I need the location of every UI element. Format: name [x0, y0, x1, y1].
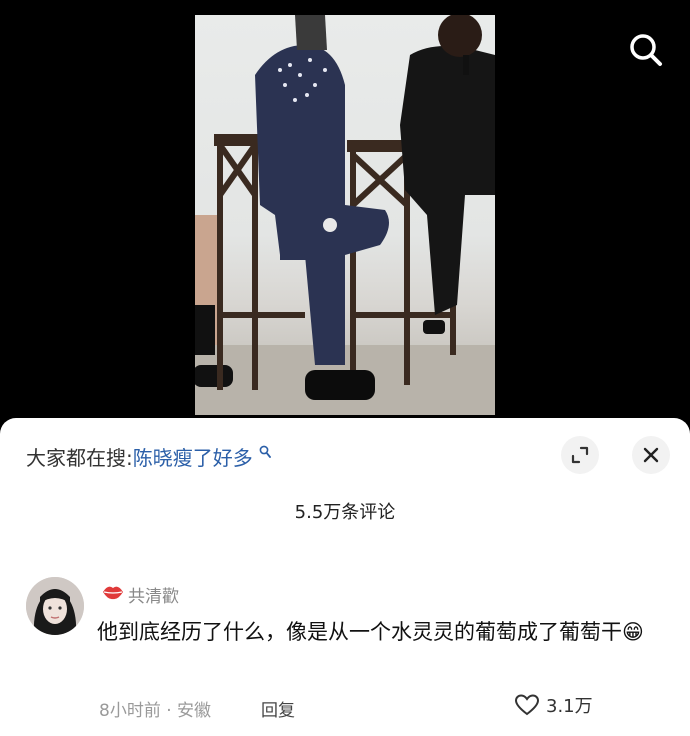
expand-icon [571, 446, 589, 464]
comment-body: 他到底经历了什么，像是从一个水灵灵的葡萄成了葡萄干 [97, 620, 622, 644]
expand-button[interactable] [561, 436, 599, 474]
close-icon [643, 447, 659, 463]
author-name: 共清歡 [128, 587, 179, 607]
comment-text: 他到底经历了什么，像是从一个水灵灵的葡萄成了葡萄干😁 [97, 613, 657, 651]
like-count: 3.1万 [546, 696, 593, 717]
heart-icon [514, 694, 540, 716]
comment-author[interactable]: 共清歡 [102, 582, 179, 607]
close-button[interactable] [632, 436, 670, 474]
kiss-lips-icon [102, 583, 124, 606]
comment-count: 5.5万条评论 [294, 502, 396, 523]
video-area[interactable] [0, 0, 690, 420]
search-icon[interactable] [626, 30, 666, 70]
trending-search[interactable]: 大家都在搜:陈晓瘦了好多 [26, 442, 272, 471]
trending-keyword[interactable]: 陈晓瘦了好多 [133, 446, 253, 470]
comments-sheet: 大家都在搜:陈晓瘦了好多 5.5万条评论 共清歡 他到底经历了什么，像是从一个水… [0, 418, 690, 736]
comment-meta: 8小时前 · 安徽 [99, 701, 212, 721]
trending-prefix: 大家都在搜: [26, 446, 133, 470]
magnifier-icon [255, 445, 272, 469]
avatar[interactable] [26, 577, 84, 635]
like-button[interactable]: 3.1万 [514, 692, 593, 718]
event-photo [195, 15, 495, 415]
reply-button[interactable]: 回复 [261, 696, 295, 721]
grin-sweat-emoji: 😁 [622, 620, 644, 644]
